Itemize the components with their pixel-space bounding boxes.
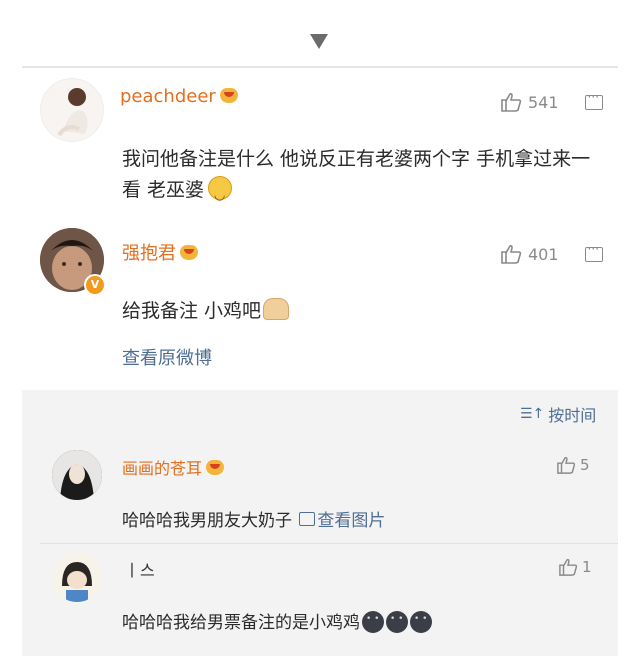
comment-text: 我问他备注是什么 他说反正有老婆两个字 手机拿过来一看 老巫婆: [122, 148, 591, 201]
reply-2-username[interactable]: 丨스: [124, 557, 155, 581]
like-count: 541: [528, 92, 559, 112]
reply-text: 哈哈哈我男朋友大奶子: [122, 511, 292, 531]
reply-divider: [40, 543, 618, 544]
comment-1-actions: 541: [500, 90, 603, 112]
clap-emoji-icon: [263, 298, 290, 320]
vip-crown-icon: [206, 460, 225, 475]
comment-2-body: 给我备注 小鸡吧: [122, 296, 290, 327]
comment-1-header: peachdeer: [120, 86, 238, 107]
thumbs-up-icon[interactable]: [500, 244, 522, 264]
like-count: 401: [528, 244, 559, 264]
avatar-peachdeer[interactable]: [40, 78, 104, 142]
dark-face-emoji-icon: [362, 611, 384, 633]
avatar-huahuadecanger[interactable]: [52, 450, 102, 500]
comment-text: 给我备注 小鸡吧: [122, 300, 262, 322]
reply-2-body: 哈哈哈我给男票备注的是小鸡鸡: [122, 608, 432, 633]
view-original-weibo-link[interactable]: 查看原微博: [122, 344, 212, 370]
vip-crown-icon: [219, 88, 238, 103]
top-area: [0, 0, 640, 66]
comment-2-actions: 401: [500, 242, 603, 264]
reply-icon[interactable]: [584, 90, 603, 110]
top-divider: [22, 66, 618, 68]
username-link[interactable]: 画画的苍耳: [122, 459, 202, 478]
vip-crown-icon: [180, 245, 198, 260]
avatar-image: [52, 450, 102, 500]
reply-1-header: 画画的苍耳: [122, 455, 225, 479]
view-image-label: 查看图片: [317, 511, 386, 531]
reply-icon[interactable]: [584, 242, 603, 262]
collapse-caret-icon[interactable]: [310, 34, 328, 49]
dark-face-emoji-icon: [386, 611, 408, 633]
sort-by-time-button[interactable]: ☰↑ 按时间: [520, 402, 596, 426]
avatar-image: [41, 79, 103, 141]
thumbs-up-icon: [559, 558, 578, 576]
avatar-user-2[interactable]: [52, 552, 102, 602]
reply-2-like[interactable]: 1: [558, 558, 592, 576]
comment-2-header: 强抱君: [122, 239, 198, 265]
thumbs-up-icon: [557, 456, 576, 474]
verified-badge-icon: V: [84, 274, 106, 296]
comment-1-body: 我问他备注是什么 他说反正有老婆两个字 手机拿过来一看 老巫婆: [122, 144, 592, 211]
image-icon: [299, 512, 316, 526]
dark-face-emoji-icon: [410, 611, 432, 633]
thumbs-up-icon[interactable]: [500, 92, 522, 112]
sort-icon: ☰↑: [520, 406, 545, 422]
username-link[interactable]: 强抱君: [122, 243, 176, 264]
like-count: 1: [582, 558, 592, 576]
reply-1-like[interactable]: 5: [556, 456, 590, 474]
view-image-link[interactable]: 查看图片: [297, 511, 385, 531]
reply-1-body: 哈哈哈我男朋友大奶子 查看图片: [122, 506, 385, 531]
smile-emoji-icon: [208, 176, 233, 211]
reply-text: 哈哈哈我给男票备注的是小鸡鸡: [122, 613, 360, 633]
like-count: 5: [580, 456, 590, 474]
sort-label: 按时间: [548, 406, 597, 425]
avatar-image: [52, 552, 102, 602]
username-link[interactable]: peachdeer: [120, 86, 216, 107]
